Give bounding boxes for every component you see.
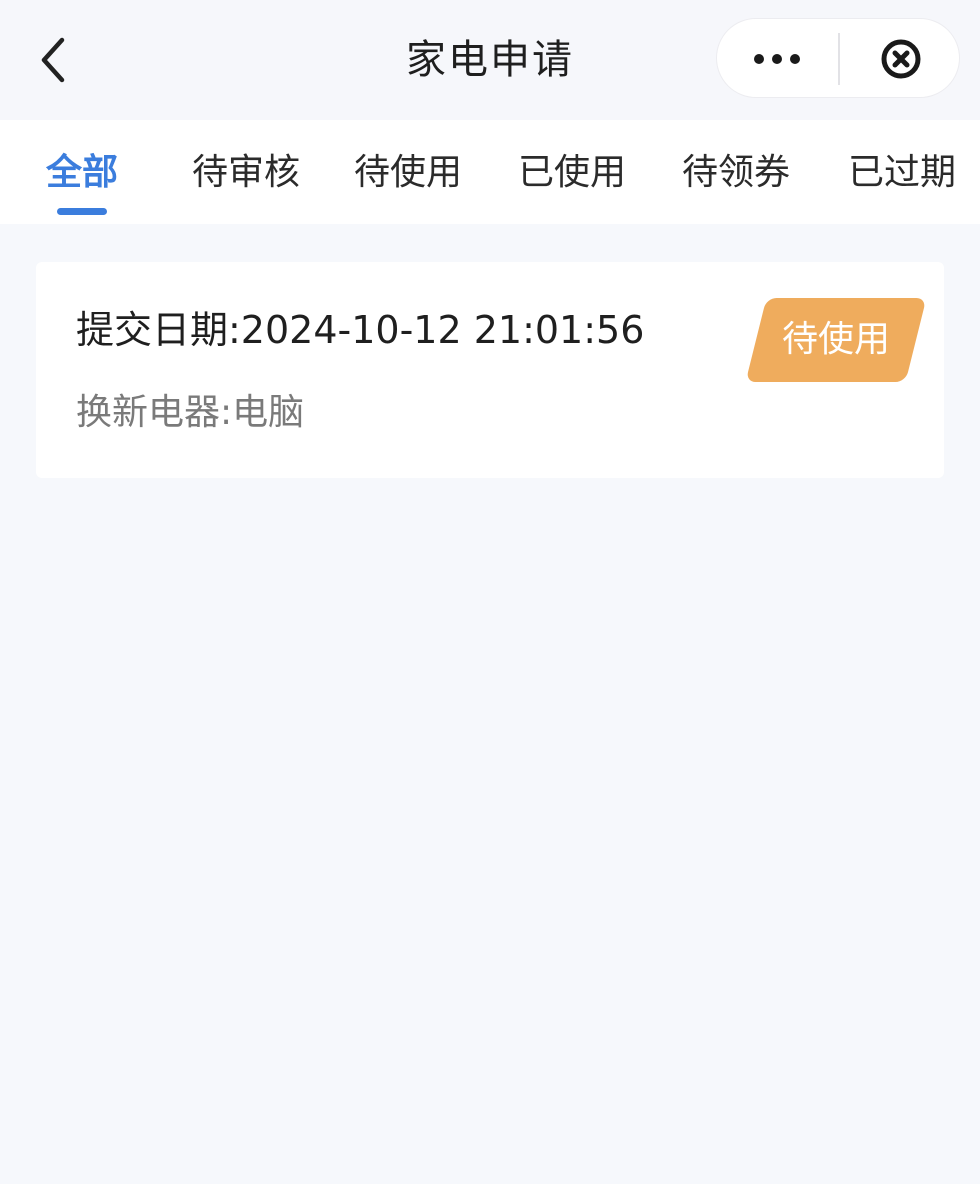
submit-date: 提交日期:2024-10-12 21:01:56 bbox=[76, 308, 645, 352]
close-circle-icon bbox=[881, 39, 921, 79]
tab-label: 全部 bbox=[45, 152, 118, 193]
miniprogram-capsule bbox=[716, 18, 960, 98]
capsule-divider bbox=[838, 33, 840, 85]
appliance-type: 换新电器:电脑 bbox=[76, 392, 305, 433]
application-card[interactable]: 提交日期:2024-10-12 21:01:56 换新电器:电脑 待使用 bbox=[36, 262, 944, 478]
status-tabs: 全部 待审核 待使用 已使用 待领券 已过期 bbox=[0, 120, 980, 224]
tab-expired[interactable]: 已过期 bbox=[834, 120, 970, 224]
status-badge: 待使用 bbox=[745, 298, 927, 382]
tab-all[interactable]: 全部 bbox=[22, 120, 142, 224]
tab-pending-coupon[interactable]: 待领券 bbox=[668, 120, 804, 224]
more-dots-icon bbox=[754, 54, 800, 64]
nav-bar: 家电申请 bbox=[0, 0, 980, 120]
status-badge-label: 待使用 bbox=[781, 319, 890, 360]
tab-label: 待领券 bbox=[681, 152, 790, 193]
more-button[interactable] bbox=[717, 19, 837, 99]
tab-label: 待使用 bbox=[353, 152, 462, 193]
tab-label: 已过期 bbox=[847, 152, 956, 193]
active-tab-indicator bbox=[57, 208, 107, 215]
tab-pending-use[interactable]: 待使用 bbox=[340, 120, 476, 224]
tab-label: 已使用 bbox=[517, 152, 626, 193]
close-button[interactable] bbox=[841, 19, 961, 99]
tab-pending-review[interactable]: 待审核 bbox=[178, 120, 314, 224]
tab-label: 待审核 bbox=[191, 152, 300, 193]
tab-used[interactable]: 已使用 bbox=[504, 120, 640, 224]
